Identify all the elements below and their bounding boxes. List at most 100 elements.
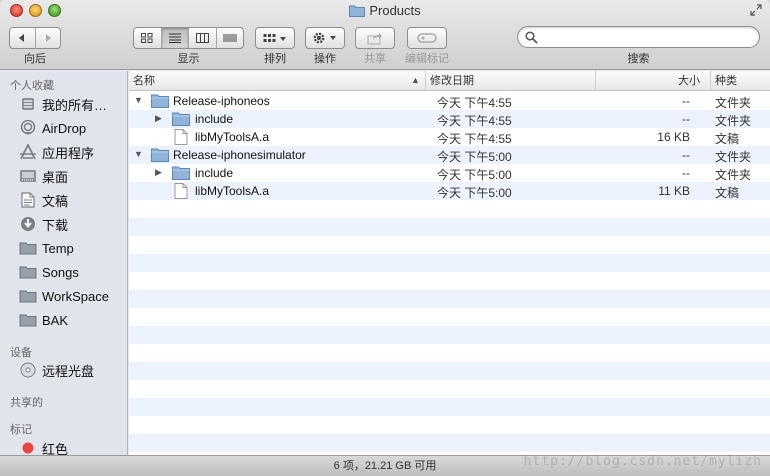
sidebar-item-bak[interactable]: BAK <box>0 308 127 332</box>
sidebar-item-desktop[interactable]: 桌面 <box>0 164 127 188</box>
tags-header: 标记 <box>10 424 32 436</box>
file-date: 今天 下午5:00 <box>437 150 512 164</box>
file-name: Release-iphoneos <box>173 94 270 108</box>
file-date: 今天 下午5:00 <box>437 186 512 200</box>
file-name: libMyToolsA.a <box>195 184 270 198</box>
search-input[interactable] <box>542 29 752 45</box>
sidebar-item-applications[interactable]: 应用程序 <box>0 140 127 164</box>
empty-row <box>129 272 770 290</box>
sidebar: 个人收藏 我的所有… AirDrop 应用程序 桌面 文稿 下载 Temp So… <box>0 71 128 455</box>
arrange-label: 排列 <box>264 53 286 65</box>
file-kind: 文件夹 <box>715 168 752 182</box>
empty-row <box>129 200 770 218</box>
column-name-label: 名称 <box>133 75 155 87</box>
file-kind: 文件夹 <box>715 150 752 164</box>
empty-row <box>129 308 770 326</box>
applications-icon <box>18 143 38 161</box>
view-label: 显示 <box>177 53 200 65</box>
forward-button[interactable] <box>36 28 61 48</box>
table-row[interactable]: ▶ include 今天 下午4:55 -- 文件夹 <box>129 110 770 128</box>
sidebar-item-label: 红色 <box>42 441 69 456</box>
search-label: 搜索 <box>627 53 650 65</box>
airdrop-icon <box>18 119 38 137</box>
column-header: 名称 ▲ 修改日期 大小 种类 <box>129 71 770 91</box>
cover-flow-button[interactable] <box>217 28 244 48</box>
watermark: http://blog.csdn.net/mylizh <box>523 454 762 469</box>
empty-row <box>129 362 770 380</box>
back-forward-control <box>9 27 61 49</box>
tag-icon <box>408 28 446 48</box>
table-row[interactable]: libMyToolsA.a 今天 下午5:00 11 KB 文稿 <box>129 182 770 200</box>
sidebar-item-label: WorkSpace <box>42 288 109 304</box>
column-date[interactable]: 修改日期 <box>425 71 595 91</box>
folder-icon <box>18 239 38 257</box>
sidebar-item-all-files[interactable]: 我的所有… <box>0 92 127 116</box>
empty-row <box>129 218 770 236</box>
edit-tags-button[interactable] <box>407 27 447 49</box>
sidebar-item-temp[interactable]: Temp <box>0 236 127 260</box>
sidebar-item-documents[interactable]: 文稿 <box>0 188 127 212</box>
file-name: include <box>195 166 234 180</box>
folder-icon <box>18 287 38 305</box>
sidebar-item-label: AirDrop <box>42 120 87 136</box>
action-button[interactable] <box>305 27 345 49</box>
gear-icon <box>306 28 344 48</box>
share-label: 共享 <box>364 53 386 65</box>
column-name[interactable]: 名称 <box>129 71 425 91</box>
column-size[interactable]: 大小 <box>595 71 710 91</box>
table-row[interactable]: ▶ include 今天 下午5:00 -- 文件夹 <box>129 164 770 182</box>
sidebar-item-workspace[interactable]: WorkSpace <box>0 284 127 308</box>
disclosure-collapsed-icon[interactable]: ▶ <box>155 167 162 178</box>
folder-icon <box>349 4 366 20</box>
disclosure-expanded-icon[interactable]: ▼ <box>134 149 143 159</box>
empty-row <box>129 236 770 254</box>
finder-window: Products 向后 显示 排列 操作 共享 编辑标记 搜索 个人收藏 我的所… <box>0 0 770 476</box>
sidebar-item-songs[interactable]: Songs <box>0 260 127 284</box>
empty-row <box>129 434 770 452</box>
file-size: 11 KB <box>658 184 690 198</box>
sidebar-item-downloads[interactable]: 下载 <box>0 212 127 236</box>
sidebar-item-remote-disc[interactable]: 远程光盘 <box>0 358 127 382</box>
column-kind[interactable]: 种类 <box>710 71 770 91</box>
empty-row <box>129 398 770 416</box>
share-button[interactable] <box>355 27 395 49</box>
empty-row <box>129 254 770 272</box>
icon-view-button[interactable] <box>134 28 162 48</box>
search-icon <box>525 31 538 47</box>
file-kind: 文件夹 <box>715 96 752 110</box>
file-list: 名称 ▲ 修改日期 大小 种类 ▼ Release-iphoneos 今天 下午… <box>129 71 770 455</box>
back-button[interactable] <box>10 28 36 48</box>
folder-icon <box>172 111 190 129</box>
file-name: include <box>195 112 234 126</box>
file-kind: 文稿 <box>715 186 740 200</box>
folder-icon <box>172 165 190 183</box>
file-date: 今天 下午4:55 <box>437 114 512 128</box>
fullscreen-icon[interactable] <box>750 4 764 18</box>
rows: ▼ Release-iphoneos 今天 下午4:55 -- 文件夹 ▶ in… <box>129 92 770 452</box>
downloads-icon <box>18 215 38 233</box>
disclosure-collapsed-icon[interactable]: ▶ <box>155 113 162 124</box>
column-size-label: 大小 <box>678 75 700 87</box>
file-date: 今天 下午4:55 <box>437 96 512 110</box>
file-name: Release-iphonesimulator <box>173 148 306 162</box>
arrange-button[interactable] <box>255 27 295 49</box>
documents-icon <box>18 191 38 209</box>
favorites-header: 个人收藏 <box>10 80 54 92</box>
sidebar-item-label: Temp <box>42 240 74 256</box>
search-field[interactable] <box>517 26 760 48</box>
column-view-button[interactable] <box>189 28 217 48</box>
table-row[interactable]: ▼ Release-iphoneos 今天 下午4:55 -- 文件夹 <box>129 92 770 110</box>
back-label: 向后 <box>24 53 46 65</box>
folder-icon <box>151 93 169 111</box>
file-name: libMyToolsA.a <box>195 130 270 144</box>
table-row[interactable]: ▼ Release-iphonesimulator 今天 下午5:00 -- 文… <box>129 146 770 164</box>
folder-icon <box>151 147 169 165</box>
sidebar-item-airdrop[interactable]: AirDrop <box>0 116 127 140</box>
sidebar-item-tag-red[interactable]: 红色 <box>0 436 127 455</box>
sidebar-item-label: 我的所有… <box>42 97 108 113</box>
file-date: 今天 下午5:00 <box>437 168 512 182</box>
disclosure-expanded-icon[interactable]: ▼ <box>134 95 143 105</box>
list-view-button[interactable] <box>161 28 189 48</box>
table-row[interactable]: libMyToolsA.a 今天 下午4:55 16 KB 文稿 <box>129 128 770 146</box>
file-date: 今天 下午4:55 <box>437 132 512 146</box>
